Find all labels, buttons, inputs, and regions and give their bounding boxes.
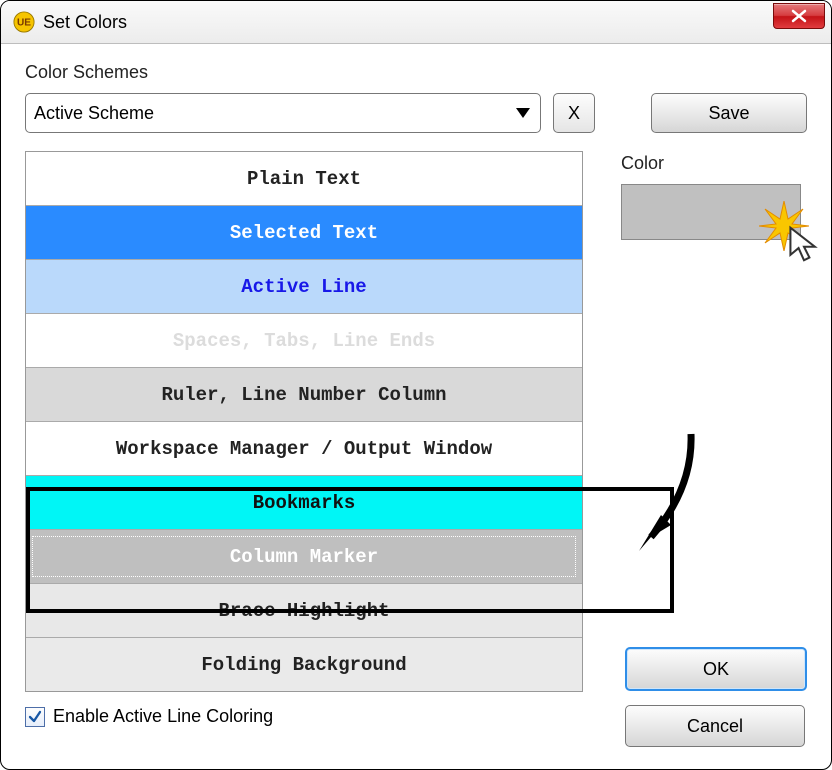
dialog-content: Color Schemes Active Scheme X Save Plain…: [1, 44, 831, 727]
save-button[interactable]: Save: [651, 93, 807, 133]
close-button[interactable]: [773, 3, 825, 29]
clear-scheme-button[interactable]: X: [553, 93, 595, 133]
enable-active-line-checkbox[interactable]: [25, 707, 45, 727]
app-icon: UE: [13, 11, 35, 33]
cancel-button-label: Cancel: [687, 716, 743, 737]
enable-active-line-label: Enable Active Line Coloring: [53, 706, 273, 727]
ok-button-label: OK: [703, 659, 729, 680]
list-item-label: Ruler, Line Number Column: [161, 384, 446, 406]
scheme-dropdown-value: Active Scheme: [34, 103, 154, 124]
list-item-active-line[interactable]: Active Line: [26, 260, 582, 314]
main-row: Plain Text Selected Text Active Line Spa…: [25, 151, 807, 692]
list-item-label: Folding Background: [201, 654, 406, 676]
svg-text:UE: UE: [17, 18, 31, 29]
list-item-label: Workspace Manager / Output Window: [116, 438, 492, 460]
list-item-label: Bookmarks: [253, 492, 356, 514]
color-label: Color: [621, 153, 807, 174]
cancel-button[interactable]: Cancel: [625, 705, 805, 747]
chevron-down-icon: [516, 108, 530, 118]
window-title: Set Colors: [43, 12, 127, 33]
list-item-column-marker[interactable]: Column Marker: [26, 530, 582, 584]
list-item-ruler[interactable]: Ruler, Line Number Column: [26, 368, 582, 422]
list-item-label: Plain Text: [247, 168, 361, 190]
list-item-workspace[interactable]: Workspace Manager / Output Window: [26, 422, 582, 476]
list-item-label: Column Marker: [230, 546, 378, 568]
list-item-label: Selected Text: [230, 222, 378, 244]
color-items-list: Plain Text Selected Text Active Line Spa…: [25, 151, 583, 692]
color-swatch-button[interactable]: [621, 184, 801, 240]
color-panel: Color: [621, 151, 807, 692]
scheme-dropdown[interactable]: Active Scheme: [25, 93, 541, 133]
list-item-label: Spaces, Tabs, Line Ends: [173, 330, 435, 352]
list-item-bookmarks[interactable]: Bookmarks: [26, 476, 582, 530]
list-item-brace-highlight[interactable]: Brace Highlight: [26, 584, 582, 638]
list-item-label: Active Line: [241, 276, 366, 298]
title-bar: UE Set Colors: [1, 1, 831, 44]
dialog-window: UE Set Colors Color Schemes Active Schem…: [0, 0, 832, 770]
color-schemes-label: Color Schemes: [25, 62, 807, 83]
list-item-plain-text[interactable]: Plain Text: [26, 152, 582, 206]
clear-scheme-label: X: [568, 103, 580, 124]
list-item-label: Brace Highlight: [218, 600, 389, 622]
save-button-label: Save: [708, 103, 749, 124]
ok-button[interactable]: OK: [625, 647, 807, 691]
top-row: Active Scheme X Save: [25, 93, 807, 133]
list-item-folding-background[interactable]: Folding Background: [26, 638, 582, 691]
list-item-spaces-tabs[interactable]: Spaces, Tabs, Line Ends: [26, 314, 582, 368]
list-item-selected-text[interactable]: Selected Text: [26, 206, 582, 260]
dialog-buttons: OK Cancel: [625, 647, 807, 747]
